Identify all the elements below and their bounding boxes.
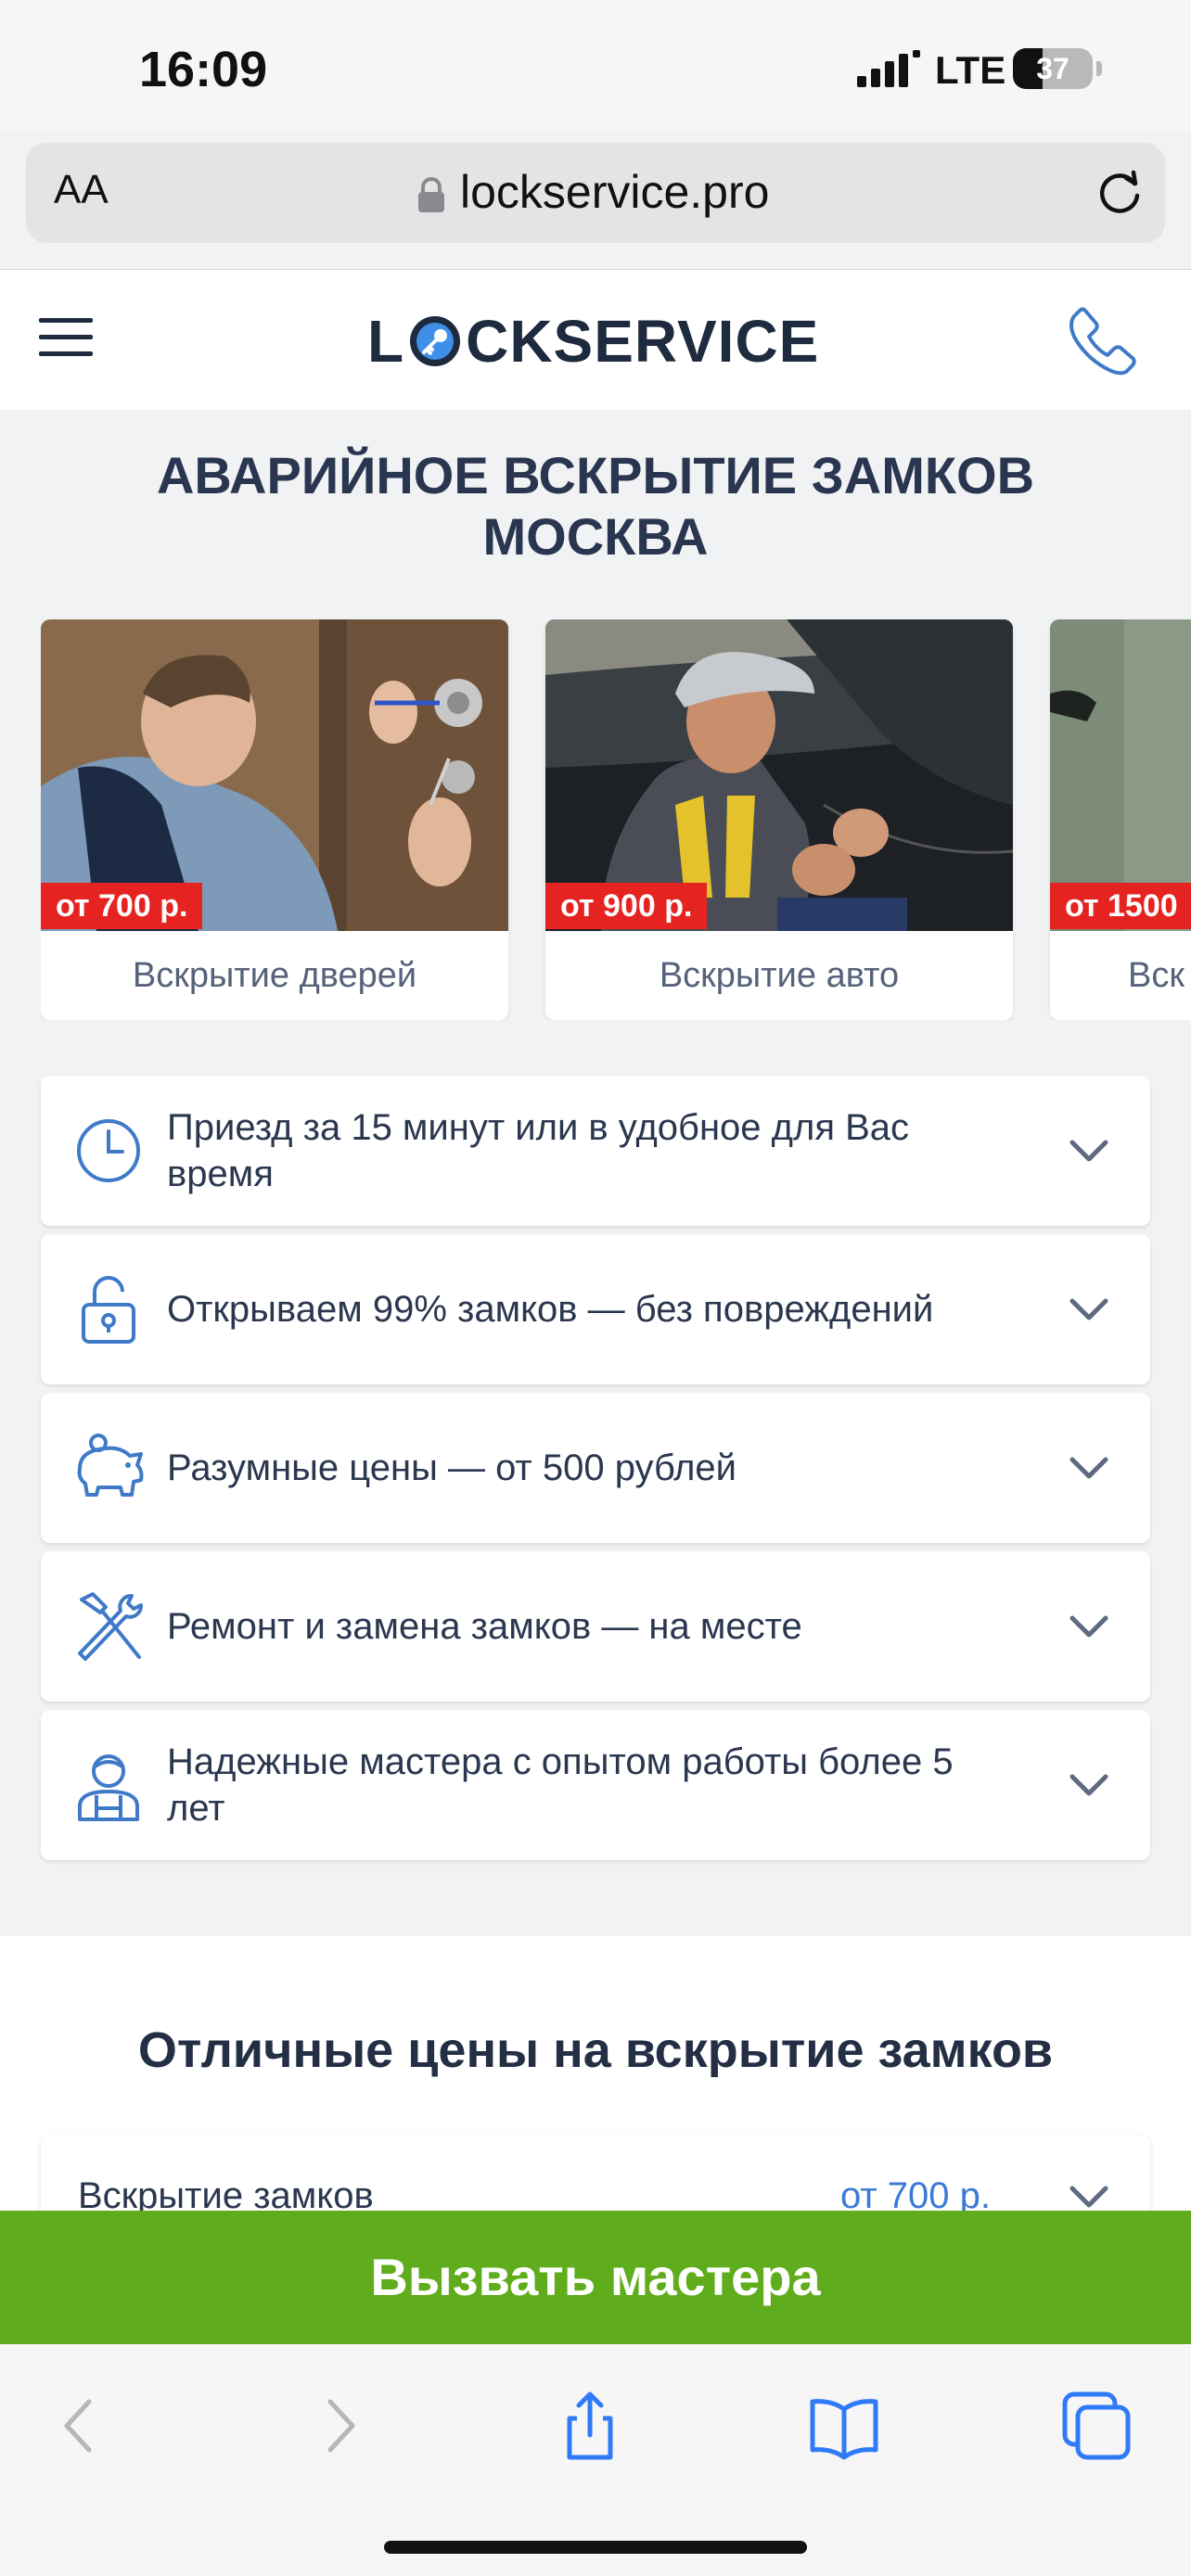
chevron-down-icon[interactable]: [1067, 1448, 1111, 1487]
logo-prefix: L: [367, 308, 405, 375]
feature-text: Открываем 99% замков — без повреждений: [167, 1289, 934, 1330]
battery-tip: [1096, 61, 1102, 76]
service-card-auto[interactable]: от 900 р. Вскрытие авто: [545, 619, 1013, 1020]
title-line-2: МОСКВА: [482, 507, 709, 566]
service-label[interactable]: Вскрытие авто: [545, 931, 1013, 1020]
hamburger-menu-icon[interactable]: [39, 316, 93, 359]
battery-icon: 37: [1013, 48, 1093, 89]
status-bar: 16:09 LTE 37 AA lockservice.pro: [0, 0, 1191, 243]
tabs-icon[interactable]: [1059, 2389, 1133, 2463]
lock-icon: [418, 177, 444, 212]
services-carousel[interactable]: от 700 р. Вскрытие дверей от 900 р. Вскр…: [41, 619, 1191, 1020]
feature-item-repair[interactable]: Ремонт и замена замков — на месте: [41, 1551, 1150, 1702]
feature-text: Ремонт и замена замков — на месте: [167, 1606, 802, 1647]
page-title: АВАРИЙНОЕ ВСКРЫТИЕ ЗАМКОВ МОСКВА: [56, 445, 1135, 567]
hammer-wrench-icon: [78, 1592, 143, 1661]
price-tag: от 900 р.: [545, 883, 708, 929]
cellular-signal-icon: [857, 50, 920, 87]
feature-text: Приезд за 15 минут или в удобное для Вас…: [167, 1107, 910, 1194]
price-tag: от 700 р.: [41, 883, 203, 929]
feature-item-no-damage[interactable]: Открываем 99% замков — без повреждений: [41, 1234, 1150, 1384]
call-master-button[interactable]: Вызвать мастера: [0, 2211, 1191, 2344]
chevron-down-icon[interactable]: [1067, 1766, 1111, 1804]
prices-title: Отличные цены на вскрытие замков: [137, 2022, 1054, 2078]
feature-text: Надежные мастера с опытом работы более 5…: [167, 1741, 954, 1829]
battery-percent: 37: [1036, 52, 1069, 85]
phone-icon[interactable]: [1065, 303, 1139, 377]
features-list: Приезд за 15 минут или в удобное для Вас…: [41, 1076, 1150, 1868]
lockservice-logo[interactable]: L CKSERVICE: [367, 308, 820, 375]
chevron-down-icon[interactable]: [1067, 1290, 1111, 1329]
piggy-bank-icon: [77, 1434, 144, 1497]
reader-aa-button[interactable]: AA: [54, 167, 109, 213]
feature-item-masters[interactable]: Надежные мастера с опытом работы более 5…: [41, 1710, 1150, 1860]
feature-text: Разумные цены — от 500 рублей: [167, 1447, 737, 1488]
feature-item-arrival[interactable]: Приезд за 15 минут или в удобное для Вас…: [41, 1076, 1150, 1226]
home-indicator[interactable]: [384, 2541, 807, 2554]
url-text[interactable]: lockservice.pro: [460, 165, 769, 219]
service-label[interactable]: Вск: [1050, 931, 1191, 1020]
chevron-down-icon[interactable]: [1067, 1607, 1111, 1646]
forward-icon[interactable]: [302, 2389, 377, 2463]
price-tag: от 1500: [1050, 883, 1191, 929]
feature-item-prices[interactable]: Разумные цены — от 500 рублей: [41, 1393, 1150, 1543]
unlocked-padlock-icon: [82, 1276, 135, 1344]
service-label[interactable]: Вскрытие дверей: [41, 931, 508, 1020]
address-bar[interactable]: AA lockservice.pro: [26, 143, 1165, 243]
bookmarks-icon[interactable]: [807, 2389, 881, 2463]
aa-label: AA: [54, 167, 109, 212]
reload-icon[interactable]: [1093, 165, 1146, 219]
title-line-1: АВАРИЙНОЕ ВСКРЫТИЕ ЗАМКОВ: [156, 446, 1035, 504]
clock-icon: [77, 1119, 140, 1182]
service-card-safes[interactable]: от 1500 Вск: [1050, 619, 1191, 1020]
network-type: LTE: [935, 48, 1006, 92]
service-card-doors[interactable]: от 700 р. Вскрытие дверей: [41, 619, 508, 1020]
key-logo-icon: [410, 316, 461, 366]
chevron-down-icon[interactable]: [1067, 1131, 1111, 1170]
share-icon[interactable]: [553, 2389, 627, 2463]
status-time: 16:09: [139, 42, 268, 97]
back-icon[interactable]: [43, 2389, 117, 2463]
logo-suffix: CKSERVICE: [466, 308, 820, 375]
site-header: L CKSERVICE: [0, 269, 1191, 410]
worker-icon: [78, 1754, 139, 1821]
